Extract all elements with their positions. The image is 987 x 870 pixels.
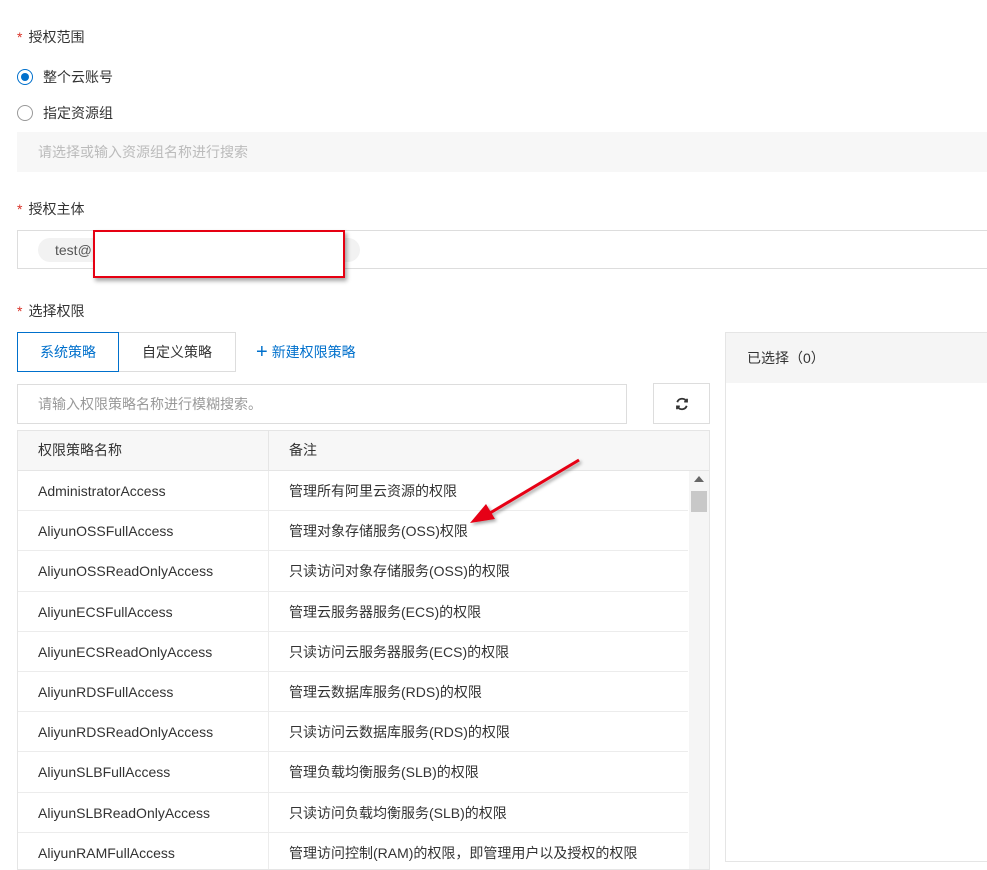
table-row[interactable]: AliyunSLBReadOnlyAccess 只读访问负载均衡服务(SLB)的… [18,792,688,833]
table-row[interactable]: AliyunOSSReadOnlyAccess 只读访问对象存储服务(OSS)的… [18,551,688,592]
table-row[interactable]: AdministratorAccess 管理所有阿里云资源的权限 [18,471,688,512]
table-header: 权限策略名称 备注 [18,431,709,471]
column-divider [268,712,269,752]
policy-note: 只读访问对象存储服务(OSS)的权限 [289,563,510,580]
policy-search-input[interactable]: 请输入权限策略名称进行模糊搜索。 [17,384,627,424]
policy-name: AliyunSLBFullAccess [38,764,171,781]
policy-name: AliyunSLBReadOnlyAccess [38,804,210,821]
column-divider [268,792,269,832]
column-divider [268,511,269,551]
table-row[interactable]: AliyunRDSFullAccess 管理云数据库服务(RDS)的权限 [18,671,688,713]
policy-note: 管理所有阿里云资源的权限 [289,483,457,499]
principal-label: * 授权主体 [17,199,84,219]
tab-system-policy[interactable]: 系统策略 [17,332,119,372]
policy-table: 权限策略名称 备注 AdministratorAccess 管理所有阿里云资源的… [17,430,710,870]
table-row[interactable]: AliyunECSFullAccess 管理云服务器服务(ECS)的权限 [18,591,688,632]
column-divider [268,431,269,470]
tab-custom-policy[interactable]: 自定义策略 [118,332,236,372]
policy-note: 管理云服务器服务(ECS)的权限 [289,603,482,620]
radio-resource-group[interactable]: 指定资源组 [17,103,113,123]
selected-panel: 已选择（0） [725,332,987,862]
policy-name: AliyunRDSReadOnlyAccess [38,724,214,741]
resource-group-input[interactable]: 请选择或输入资源组名称进行搜索 [17,132,987,172]
scope-label: * 授权范围 [17,27,84,47]
table-scrollbar[interactable] [689,471,709,869]
column-header-note: 备注 [289,442,317,458]
policy-name: AliyunECSReadOnlyAccess [38,643,213,660]
redaction-box [93,230,345,278]
table-row[interactable]: AliyunSLBFullAccess 管理负载均衡服务(SLB)的权限 [18,752,688,793]
policy-note: 管理负载均衡服务(SLB)的权限 [289,764,479,781]
scrollbar-thumb[interactable] [691,491,707,512]
new-policy-label: 新建权限策略 [271,344,356,360]
policy-name: AliyunRAMFullAccess [38,844,175,861]
policy-name: AdministratorAccess [38,483,166,499]
table-row[interactable]: AliyunRDSReadOnlyAccess 只读访问云数据库服务(RDS)的… [18,712,688,753]
selected-header: 已选择（0） [726,333,987,383]
policy-name: AliyunECSFullAccess [38,603,173,620]
table-row[interactable]: AliyunRAMFullAccess 管理访问控制(RAM)的权限，即管理用户… [18,832,688,869]
policy-note: 只读访问负载均衡服务(SLB)的权限 [289,804,507,821]
column-divider [268,551,269,591]
radio-entire-account-label: 整个云账号 [43,69,113,85]
column-divider [268,631,269,671]
policy-note: 管理访问控制(RAM)的权限，即管理用户以及授权的权限 [289,844,638,861]
policy-note: 只读访问云服务器服务(ECS)的权限 [289,643,510,660]
refresh-button[interactable] [653,383,710,424]
policy-name: AliyunOSSReadOnlyAccess [38,563,214,580]
column-divider [268,752,269,792]
permissions-label-text: 选择权限 [28,303,85,319]
plus-icon: + [256,341,268,363]
column-divider [268,471,269,511]
principal-tag-text: test@ [55,242,92,258]
required-asterisk: * [17,303,23,319]
policy-name: AliyunOSSFullAccess [38,523,174,540]
radio-checked-icon [17,69,33,85]
policy-name: AliyunRDSFullAccess [38,683,174,700]
column-divider [268,591,269,631]
column-header-name: 权限策略名称 [38,442,122,458]
scope-label-text: 授权范围 [28,29,85,45]
table-row[interactable]: AliyunECSReadOnlyAccess 只读访问云服务器服务(ECS)的… [18,631,688,672]
column-divider [268,832,269,869]
radio-resource-group-label: 指定资源组 [43,105,113,121]
radio-unchecked-icon [17,105,33,121]
column-divider [268,671,269,712]
table-row[interactable]: AliyunOSSFullAccess 管理对象存储服务(OSS)权限 [18,511,688,552]
radio-entire-account[interactable]: 整个云账号 [17,67,113,87]
required-asterisk: * [17,29,23,45]
policy-note: 管理对象存储服务(OSS)权限 [289,523,468,540]
table-body: AdministratorAccess 管理所有阿里云资源的权限 AliyunO… [18,471,688,869]
new-policy-link[interactable]: + 新建权限策略 [256,342,356,362]
required-asterisk: * [17,201,23,217]
scroll-up-arrow-icon[interactable] [694,476,704,482]
principal-label-text: 授权主体 [28,201,85,217]
refresh-icon [675,397,688,410]
permissions-label: * 选择权限 [17,301,84,321]
policy-note: 管理云数据库服务(RDS)的权限 [289,683,482,700]
policy-note: 只读访问云数据库服务(RDS)的权限 [289,724,510,741]
